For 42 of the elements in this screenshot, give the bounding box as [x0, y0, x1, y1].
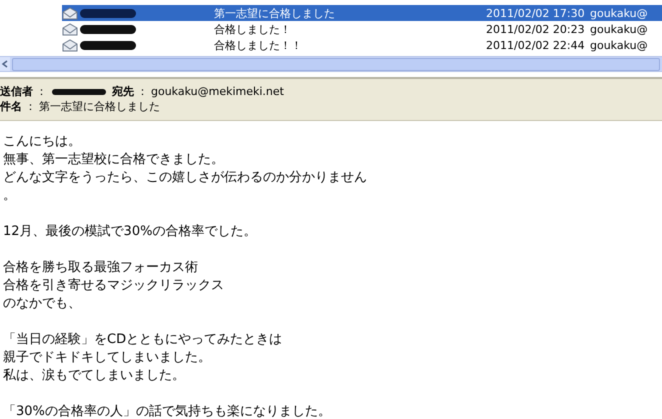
message-row[interactable]: 第一志望に合格しました 2011/02/02 17:30 goukaku@	[62, 5, 662, 21]
body-text-line: こんにちは。	[3, 133, 82, 151]
message-row[interactable]: 合格しました！ 2011/02/02 20:23 goukaku@	[62, 21, 662, 37]
envelope-icon	[62, 6, 78, 20]
subject-text: 合格しました！	[214, 22, 292, 36]
sender-address: goukaku@	[590, 22, 648, 36]
body-text-line: 。	[3, 187, 17, 205]
sender-address: goukaku@	[590, 6, 648, 20]
sender-label: 送信者	[0, 84, 33, 99]
body-text-line: 「当日の経験」をCDとともにやってみたときは	[3, 331, 284, 349]
horizontal-scrollbar[interactable]	[0, 56, 662, 72]
body-text-line: 合格を引き寄せるマジックリラックス	[3, 277, 225, 295]
body-text-line: 無事、第一志望校に合格できました。	[3, 151, 225, 169]
date-text: 2011/02/02 20:23	[486, 22, 586, 36]
subject-value: 第一志望に合格しました	[39, 99, 160, 114]
message-row[interactable]: 合格しました！！ 2011/02/02 22:44 goukaku@	[62, 37, 662, 52]
body-text-line: のなかでも、	[3, 295, 82, 313]
envelope-icon	[62, 22, 78, 36]
colon-text: ：	[137, 84, 148, 99]
body-text-line: 親子でドキドキしてしまいました。	[3, 349, 212, 367]
colon-text: ：	[36, 84, 47, 99]
body-text-line: 12月、最後の模試で30%の合格率でした。	[3, 223, 258, 241]
envelope-icon	[62, 38, 78, 52]
redacted-mark	[80, 24, 136, 34]
redacted-mark	[80, 8, 136, 18]
subject-text: 合格しました！！	[214, 38, 303, 52]
subject-label: 件名	[0, 99, 22, 114]
subject-text: 第一志望に合格しました	[214, 6, 336, 20]
recipient-address: goukaku@mekimeki.net	[151, 85, 284, 98]
body-text-line: 「30%の合格率の人」の話で気持ちも楽になりました。	[3, 403, 332, 419]
date-text: 2011/02/02 22:44	[486, 38, 586, 52]
sender-address: goukaku@	[590, 38, 648, 52]
date-text: 2011/02/02 17:30	[486, 6, 586, 20]
scrollbar-thumb[interactable]	[12, 58, 660, 70]
body-text-line: 合格を勝ち取る最強フォーカス術	[3, 259, 199, 277]
colon-text: ：	[25, 99, 36, 114]
recipient-label: 宛先	[112, 84, 134, 99]
redacted-mark	[52, 88, 106, 94]
scroll-left-button[interactable]	[0, 57, 10, 71]
body-text-line: どんな文字をうったら、この嬉しさが伝わるのか分かりません	[3, 169, 368, 187]
body-text-line: 私は、涙もでてしまいました。	[3, 367, 186, 385]
redacted-mark	[80, 40, 136, 50]
